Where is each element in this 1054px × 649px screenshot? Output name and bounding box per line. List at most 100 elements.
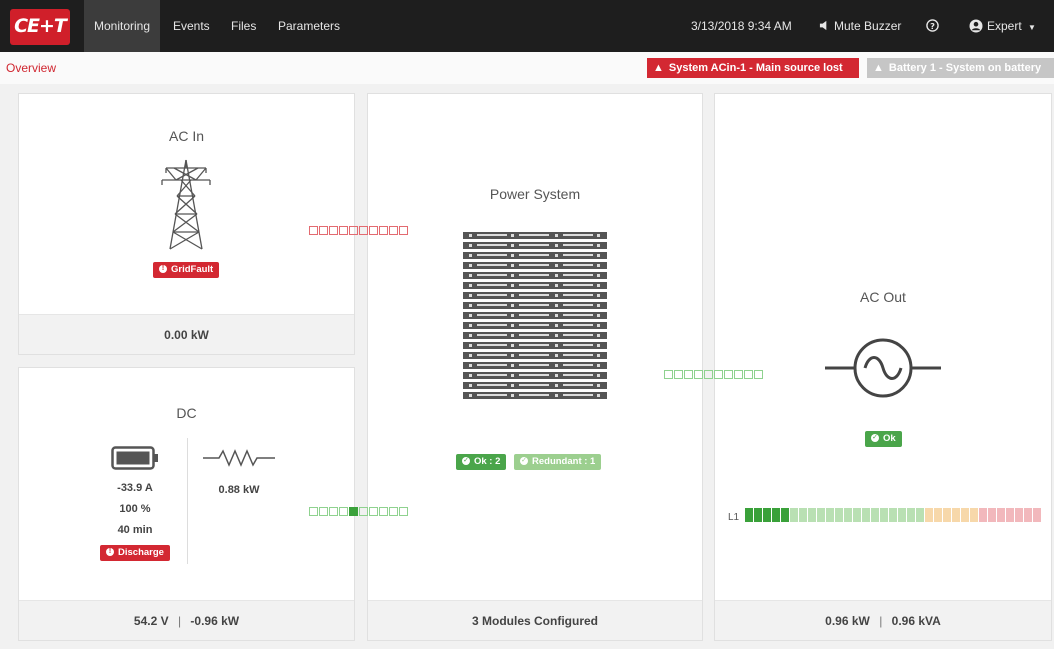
flow-cell (329, 226, 338, 235)
level-segment (853, 508, 861, 522)
dc-card[interactable]: DC -33.9 A 100 % 40 min Discharge 0.88 k… (18, 367, 355, 641)
flow-cell (349, 226, 358, 235)
level-segment (889, 508, 897, 522)
top-navigation-bar: CE+T Monitoring Events Files Parameters … (0, 0, 1054, 52)
alarm-badge-battery[interactable]: ▲ Battery 1 - System on battery (867, 58, 1054, 78)
card-title: AC Out (860, 289, 906, 305)
level-segment (880, 508, 888, 522)
level-segment (826, 508, 834, 522)
mute-buzzer-button[interactable]: Mute Buzzer (819, 0, 901, 52)
rectifier-rack-icon (463, 232, 607, 402)
rectifier-module-row (463, 242, 607, 249)
level-segment (988, 508, 996, 522)
ac-out-footer: 0.96 kW | 0.96 kVA (715, 600, 1051, 640)
ac-out-apparent-power: 0.96 kVA (891, 614, 941, 628)
level-segment (790, 508, 798, 522)
level-segment (781, 508, 789, 522)
phase-load-level-bar (745, 508, 1041, 522)
badge-label: Ok : 2 (474, 456, 501, 467)
sine-wave-icon (825, 338, 941, 398)
flow-cell (389, 226, 398, 235)
flow-cell (714, 370, 723, 379)
divider (187, 438, 188, 564)
rectifier-module-row (463, 332, 607, 339)
level-segment (961, 508, 969, 522)
power-system-card[interactable]: Power System Ok : 2 Redundant : 1 3 Modu… (367, 93, 703, 641)
flow-cell (359, 226, 368, 235)
flow-cell (319, 226, 328, 235)
mute-buzzer-label: Mute Buzzer (834, 19, 902, 33)
nav-files[interactable]: Files (221, 0, 266, 52)
level-segment (970, 508, 978, 522)
nav-events[interactable]: Events (163, 0, 220, 52)
flow-cell (399, 226, 408, 235)
nav-parameters[interactable]: Parameters (268, 0, 350, 52)
ac-in-flow-indicator (309, 226, 408, 236)
level-segment (1024, 508, 1032, 522)
alarm-badge-acin[interactable]: ▲ System ACin-1 - Main source lost (647, 58, 859, 78)
rectifier-module-row (463, 362, 607, 369)
load-power: 0.88 kW (218, 484, 260, 496)
footer-separator: | (177, 614, 182, 628)
brand-logo[interactable]: CE+T (10, 9, 70, 45)
nav-monitoring[interactable]: Monitoring (84, 0, 161, 52)
rectifier-module-row (463, 342, 607, 349)
check-circle-icon (462, 453, 470, 469)
badge-label: GridFault (171, 264, 214, 275)
level-segment (907, 508, 915, 522)
card-title: Power System (489, 186, 581, 202)
breadcrumb[interactable]: Overview (6, 61, 56, 75)
help-button[interactable]: ? (926, 0, 939, 52)
gridfault-badge: GridFault (153, 261, 220, 278)
flow-cell (309, 226, 318, 235)
dc-footer: 54.2 V | -0.96 kW (19, 600, 354, 640)
ac-in-footer: 0.00 kW (19, 314, 354, 354)
resistor-icon (203, 449, 275, 467)
ac-in-card[interactable]: AC In Gri (18, 93, 355, 355)
user-role-label: Expert (987, 19, 1022, 33)
flow-cell (389, 507, 398, 516)
flow-cell (329, 507, 338, 516)
battery-time: 40 min (117, 524, 153, 536)
rectifier-module-row (463, 312, 607, 319)
user-menu[interactable]: Expert ▼ (969, 0, 1036, 52)
level-segment (835, 508, 843, 522)
flow-cell (339, 507, 348, 516)
flow-cell (674, 370, 683, 379)
power-system-footer: 3 Modules Configured (368, 600, 702, 640)
ac-out-card[interactable]: AC Out Ok L1 0.96 kW | 0.96 kVA (714, 93, 1052, 641)
flow-cell (664, 370, 673, 379)
rectifier-module-row (463, 392, 607, 399)
warning-triangle-icon: ▲ (653, 62, 664, 74)
battery-soc: 100 % (119, 503, 151, 515)
warning-triangle-icon: ▲ (873, 62, 884, 74)
badge-label: Ok (883, 433, 896, 444)
level-segment (997, 508, 1005, 522)
alarm-text: Battery 1 - System on battery (888, 62, 1042, 74)
flow-cell (339, 226, 348, 235)
card-title: AC In (168, 128, 204, 144)
level-segment (772, 508, 780, 522)
rectifier-module-row (463, 352, 607, 359)
flow-cell (734, 370, 743, 379)
level-segment (925, 508, 933, 522)
flow-cell (369, 226, 378, 235)
flow-cell (379, 226, 388, 235)
level-segment (916, 508, 924, 522)
rectifier-module-row (463, 302, 607, 309)
footer-separator: | (879, 614, 883, 628)
level-segment (862, 508, 870, 522)
flow-cell (369, 507, 378, 516)
alert-circle-icon (106, 544, 114, 560)
flow-cell (684, 370, 693, 379)
modules-configured: 3 Modules Configured (472, 614, 598, 628)
chevron-down-icon: ▼ (1028, 23, 1036, 32)
user-circle-icon (969, 19, 983, 33)
level-segment (871, 508, 879, 522)
flow-cell (379, 507, 388, 516)
svg-text:?: ? (930, 21, 935, 31)
level-segment (898, 508, 906, 522)
rectifier-module-row (463, 272, 607, 279)
level-segment (943, 508, 951, 522)
level-segment (799, 508, 807, 522)
